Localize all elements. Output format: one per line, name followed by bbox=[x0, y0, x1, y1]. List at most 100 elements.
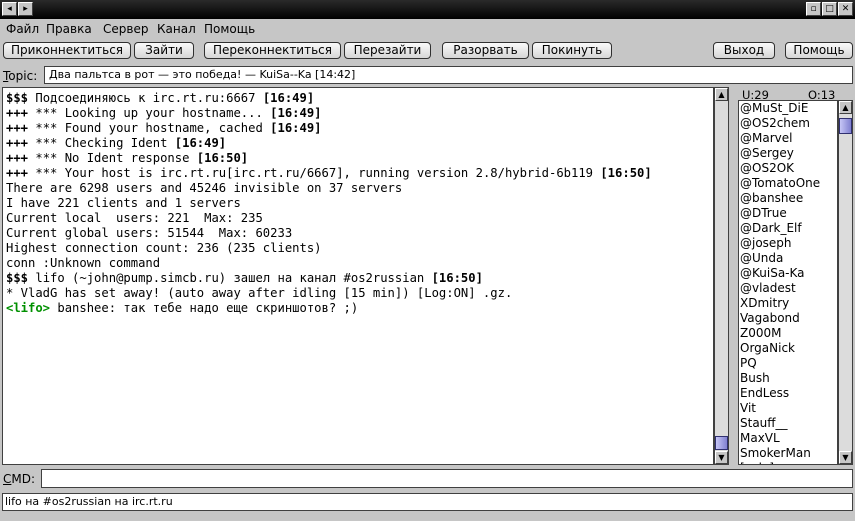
scroll-up-arrow-icon[interactable]: ▲ bbox=[715, 88, 728, 101]
menu-help[interactable]: Помощь bbox=[204, 22, 255, 36]
chat-prefix: +++ bbox=[6, 106, 29, 120]
chat-timestamp: [16:49] bbox=[270, 106, 322, 120]
scroll-down-arrow-icon[interactable]: ▼ bbox=[839, 451, 852, 464]
user-list-item[interactable]: MaxVL bbox=[739, 431, 837, 446]
user-list-item[interactable]: @Dark_Elf bbox=[739, 221, 837, 236]
chat-text: Highest connection count: 236 (235 clien… bbox=[6, 241, 322, 255]
chat-prefix: +++ bbox=[6, 151, 29, 165]
chat-timestamp: [16:49] bbox=[270, 121, 322, 135]
user-list-item[interactable]: Bush bbox=[739, 371, 837, 386]
chat-prefix: +++ bbox=[6, 166, 29, 180]
chat-text: * VladG has set away! (auto away after i… bbox=[6, 286, 513, 300]
user-list-item[interactable]: Vit bbox=[739, 401, 837, 416]
user-list-item[interactable]: OrgaNick bbox=[739, 341, 837, 356]
chat-text: *** No Ident response bbox=[28, 151, 197, 165]
chat-text: *** Your host is irc.rt.ru[irc.rt.ru/666… bbox=[28, 166, 601, 180]
user-list-item[interactable]: Vagabond bbox=[739, 311, 837, 326]
user-list-item[interactable]: [eclo] bbox=[739, 461, 837, 464]
chat-prefix: $$$ bbox=[6, 91, 29, 105]
help-button[interactable]: Помощь bbox=[785, 42, 853, 59]
topic-label: Topic: bbox=[3, 69, 38, 83]
chat-scrollbar[interactable]: ▲ ▼ bbox=[714, 87, 729, 465]
user-list-item[interactable]: @TomatoOne bbox=[739, 176, 837, 191]
chat-nick: <lifo> bbox=[6, 301, 51, 315]
user-list-item[interactable]: @DTrue bbox=[739, 206, 837, 221]
scroll-down-arrow-icon[interactable]: ▼ bbox=[715, 451, 728, 464]
chat-line: Current local users: 221 Max: 235 bbox=[6, 211, 713, 226]
chat-line: Highest connection count: 236 (235 clien… bbox=[6, 241, 713, 256]
connect-button[interactable]: Приконнектиться bbox=[3, 42, 131, 59]
chat-text: conn :Unknown command bbox=[6, 256, 161, 270]
chat-prefix: +++ bbox=[6, 121, 29, 135]
chat-scroll-thumb[interactable] bbox=[715, 436, 728, 450]
chat-text: Подсоединяюсь к irc.rt.ru:6667 bbox=[28, 91, 263, 105]
user-list-item[interactable]: XDmitry bbox=[739, 296, 837, 311]
topic-input[interactable]: Два пальтса в рот — это победа! — KuiSa-… bbox=[44, 66, 853, 84]
chat-line: +++ *** No Ident response [16:50] bbox=[6, 151, 713, 166]
title-bar: ◂ ▸ ▫ □ ✕ bbox=[0, 0, 855, 19]
user-list-item[interactable]: @Marvel bbox=[739, 131, 837, 146]
user-list-item[interactable]: EndLess bbox=[739, 386, 837, 401]
user-list-item[interactable]: @OS2OK bbox=[739, 161, 837, 176]
user-list-item[interactable]: @joseph bbox=[739, 236, 837, 251]
chat-text: I have 221 clients and 1 servers bbox=[6, 196, 241, 210]
menu-bar: Файл Правка Сервер Канал Помощь bbox=[0, 20, 855, 38]
chat-prefix: $$$ bbox=[6, 271, 29, 285]
chat-line: <lifo> banshee: так тебе надо еще скринш… bbox=[6, 301, 713, 316]
chat-line: +++ *** Checking Ident [16:49] bbox=[6, 136, 713, 151]
chat-timestamp: [16:49] bbox=[262, 91, 315, 105]
exit-button[interactable]: Выход bbox=[713, 42, 775, 59]
chat-text: *** Checking Ident bbox=[28, 136, 175, 150]
user-list-item[interactable]: Stauff__ bbox=[739, 416, 837, 431]
window-list-button[interactable]: ▸ bbox=[18, 2, 33, 16]
chat-text: There are 6298 users and 45246 invisible… bbox=[6, 181, 403, 195]
user-list-item[interactable]: Z000M bbox=[739, 326, 837, 341]
chat-line: * VladG has set away! (auto away after i… bbox=[6, 286, 713, 301]
chat-text: *** Found your hostname, cached bbox=[28, 121, 271, 135]
user-list-item[interactable]: @KuiSa-Ka bbox=[739, 266, 837, 281]
user-list: @MuSt_DiE @OS2chem @Marvel @Sergey @OS2OK @To… bbox=[738, 100, 838, 465]
user-list-item[interactable]: @Sergey bbox=[739, 146, 837, 161]
close-button[interactable]: ✕ bbox=[838, 2, 853, 16]
chat-line: $$$ lifo (~john@pump.simcb.ru) зашел на … bbox=[6, 271, 713, 286]
user-list-item[interactable]: @OS2chem bbox=[739, 116, 837, 131]
chat-timestamp: [16:49] bbox=[174, 136, 227, 150]
disconnect-button[interactable]: Разорвать bbox=[442, 42, 529, 59]
status-bar: lifo на #os2russian на irc.rt.ru bbox=[2, 493, 853, 511]
chat-text: banshee: так тебе надо еще скриншотов? ;… bbox=[50, 301, 359, 315]
chat-line: conn :Unknown command bbox=[6, 256, 713, 271]
menu-file[interactable]: Файл bbox=[6, 22, 39, 36]
chat-line: There are 6298 users and 45246 invisible… bbox=[6, 181, 713, 196]
chat-line: +++ *** Found your hostname, cached [16:… bbox=[6, 121, 713, 136]
chat-text: *** Looking up your hostname... bbox=[28, 106, 271, 120]
scroll-up-arrow-icon[interactable]: ▲ bbox=[839, 101, 852, 114]
leave-button[interactable]: Покинуть bbox=[532, 42, 612, 59]
command-input[interactable] bbox=[41, 469, 853, 488]
menu-channel[interactable]: Канал bbox=[157, 22, 196, 36]
chat-log: $$$ Подсоединяюсь к irc.rt.ru:6667 [16:4… bbox=[2, 87, 714, 465]
user-list-item[interactable]: @banshee bbox=[739, 191, 837, 206]
rejoin-button[interactable]: Перезайти bbox=[344, 42, 431, 59]
chat-line: Current global users: 51544 Max: 60233 bbox=[6, 226, 713, 241]
minimize-button[interactable]: ▫ bbox=[806, 2, 821, 16]
maximize-button[interactable]: □ bbox=[822, 2, 837, 16]
chat-line: +++ *** Your host is irc.rt.ru[irc.rt.ru… bbox=[6, 166, 713, 181]
join-button[interactable]: Зайти bbox=[134, 42, 194, 59]
user-list-item[interactable]: @vladest bbox=[739, 281, 837, 296]
userlist-scroll-thumb[interactable] bbox=[839, 118, 852, 134]
reconnect-button[interactable]: Переконнектиться bbox=[204, 42, 341, 59]
toolbar: Приконнектиться Зайти Переконнектиться П… bbox=[0, 40, 855, 62]
chat-line: I have 221 clients and 1 servers bbox=[6, 196, 713, 211]
user-list-item[interactable]: SmokerMan bbox=[739, 446, 837, 461]
system-menu-button[interactable]: ◂ bbox=[2, 2, 17, 16]
userlist-scrollbar[interactable]: ▲ ▼ bbox=[838, 100, 853, 465]
menu-server[interactable]: Сервер bbox=[103, 22, 148, 36]
chat-timestamp: [16:50] bbox=[600, 166, 652, 180]
chat-text: Current local users: 221 Max: 235 bbox=[6, 211, 263, 225]
user-list-item[interactable]: @MuSt_DiE bbox=[739, 101, 837, 116]
user-list-item[interactable]: PQ bbox=[739, 356, 837, 371]
user-list-item[interactable]: @Unda bbox=[739, 251, 837, 266]
menu-edit[interactable]: Правка bbox=[46, 22, 92, 36]
chat-text: lifo (~john@pump.simcb.ru) зашел на кана… bbox=[28, 271, 432, 285]
chat-line: +++ *** Looking up your hostname... [16:… bbox=[6, 106, 713, 121]
